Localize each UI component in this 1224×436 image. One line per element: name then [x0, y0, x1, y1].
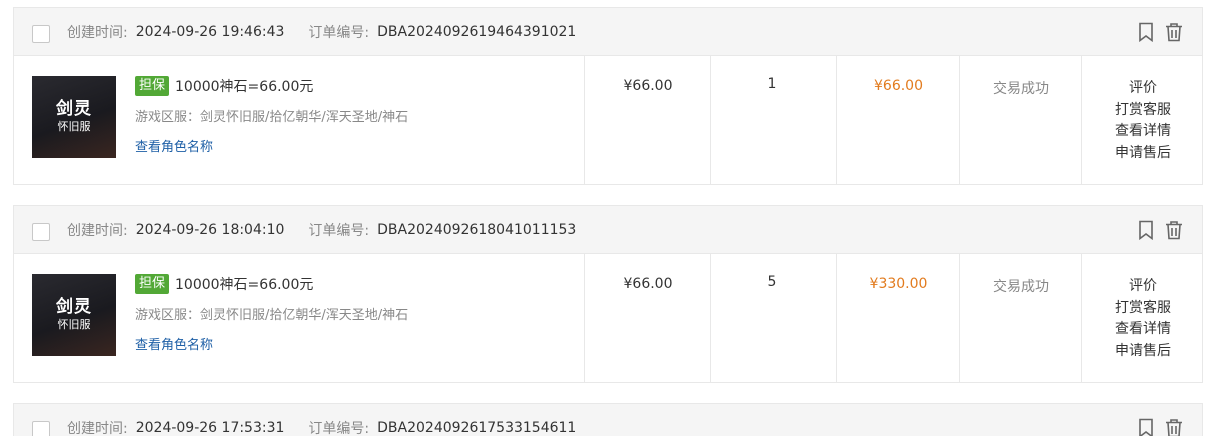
order-no-label: 订单编号:: [308, 25, 370, 41]
order-checkbox[interactable]: [32, 223, 50, 241]
bookmark-icon[interactable]: [1138, 220, 1154, 240]
guarantee-badge: 担保: [135, 76, 170, 96]
price-cell: ¥66.00: [584, 56, 710, 184]
order-card: 创建时间: 2024-09-26 19:46:43 订单编号: DBA20240…: [13, 7, 1203, 185]
actions-cell: 评价 打赏客服 查看详情 申请售后: [1081, 56, 1203, 184]
created-label: 创建时间:: [67, 25, 128, 41]
review-action[interactable]: 评价: [1082, 276, 1204, 298]
order-no-label: 订单编号:: [308, 223, 370, 239]
actions-cell: 评价 打赏客服 查看详情 申请售后: [1081, 254, 1203, 382]
order-meta: 创建时间: 2024-09-26 18:04:10 订单编号: DBA20240…: [67, 206, 576, 254]
product-region: 游戏区服：剑灵怀旧服/拾亿朝华/浑天圣地/神石: [135, 308, 409, 323]
view-details-action[interactable]: 查看详情: [1082, 319, 1204, 341]
product-thumbnail[interactable]: 剑灵 怀旧服: [32, 76, 116, 158]
order-number: DBA2024092618041011153: [377, 222, 577, 238]
status-cell: 交易成功: [959, 254, 1081, 382]
order-checkbox[interactable]: [32, 421, 50, 436]
order-checkbox[interactable]: [32, 25, 50, 43]
view-details-action[interactable]: 查看详情: [1082, 121, 1204, 143]
guarantee-badge: 担保: [135, 274, 170, 294]
order-number: DBA2024092617533154611: [377, 420, 577, 436]
created-label: 创建时间:: [67, 421, 128, 436]
unit-price: ¥66.00: [623, 276, 673, 292]
total-price: ¥330.00: [869, 276, 928, 292]
view-role-link[interactable]: 查看角色名称: [135, 334, 408, 353]
thumb-subtitle: 怀旧服: [57, 318, 91, 331]
product-thumbnail[interactable]: 剑灵 怀旧服: [32, 274, 116, 356]
trash-icon[interactable]: [1164, 22, 1184, 42]
created-label: 创建时间:: [67, 223, 128, 239]
created-time: 2024-09-26 17:53:31: [135, 420, 285, 436]
quantity: 1: [767, 76, 777, 92]
total-price: ¥66.00: [874, 78, 923, 94]
bookmark-icon[interactable]: [1138, 22, 1154, 42]
view-role-link[interactable]: 查看角色名称: [135, 136, 408, 155]
total-cell: ¥330.00: [836, 254, 959, 382]
order-header: 创建时间: 2024-09-26 17:53:31 订单编号: DBA20240…: [14, 404, 1202, 436]
created-time: 2024-09-26 18:04:10: [135, 222, 285, 238]
product-title[interactable]: 10000神石=66.00元: [175, 76, 313, 96]
product-region: 游戏区服：剑灵怀旧服/拾亿朝华/浑天圣地/神石: [135, 110, 409, 125]
order-card: 创建时间: 2024-09-26 18:04:10 订单编号: DBA20240…: [13, 205, 1203, 383]
order-header: 创建时间: 2024-09-26 19:46:43 订单编号: DBA20240…: [14, 8, 1202, 56]
product-info: 担保 10000神石=66.00元 游戏区服：剑灵怀旧服/拾亿朝华/浑天圣地/神…: [135, 75, 408, 155]
order-status: 交易成功: [993, 81, 1049, 97]
after-sales-action[interactable]: 申请售后: [1082, 143, 1204, 165]
order-no-label: 订单编号:: [308, 421, 370, 436]
product-info: 担保 10000神石=66.00元 游戏区服：剑灵怀旧服/拾亿朝华/浑天圣地/神…: [135, 273, 408, 353]
after-sales-action[interactable]: 申请售后: [1082, 341, 1204, 363]
bookmark-icon[interactable]: [1138, 418, 1154, 436]
price-cell: ¥66.00: [584, 254, 710, 382]
order-body: 剑灵 怀旧服 担保 10000神石=66.00元 游戏区服：剑灵怀旧服/拾亿朝华…: [14, 56, 1202, 184]
thumb-title: 剑灵: [56, 297, 92, 317]
order-body: 剑灵 怀旧服 担保 10000神石=66.00元 游戏区服：剑灵怀旧服/拾亿朝华…: [14, 254, 1202, 382]
order-status: 交易成功: [993, 279, 1049, 295]
review-action[interactable]: 评价: [1082, 78, 1204, 100]
quantity: 5: [767, 274, 777, 290]
order-meta: 创建时间: 2024-09-26 17:53:31 订单编号: DBA20240…: [67, 404, 576, 436]
quantity-cell: 1: [710, 56, 836, 184]
total-cell: ¥66.00: [836, 56, 959, 184]
trash-icon[interactable]: [1164, 418, 1184, 436]
product-title[interactable]: 10000神石=66.00元: [175, 274, 313, 294]
order-number: DBA2024092619464391021: [377, 24, 577, 40]
status-cell: 交易成功: [959, 56, 1081, 184]
created-time: 2024-09-26 19:46:43: [135, 24, 285, 40]
thumb-title: 剑灵: [56, 99, 92, 119]
unit-price: ¥66.00: [623, 78, 673, 94]
order-header: 创建时间: 2024-09-26 18:04:10 订单编号: DBA20240…: [14, 206, 1202, 254]
thumb-subtitle: 怀旧服: [57, 120, 91, 133]
quantity-cell: 5: [710, 254, 836, 382]
tip-service-action[interactable]: 打赏客服: [1082, 298, 1204, 320]
order-card: 创建时间: 2024-09-26 17:53:31 订单编号: DBA20240…: [13, 403, 1203, 436]
trash-icon[interactable]: [1164, 220, 1184, 240]
tip-service-action[interactable]: 打赏客服: [1082, 100, 1204, 122]
order-meta: 创建时间: 2024-09-26 19:46:43 订单编号: DBA20240…: [67, 8, 576, 56]
